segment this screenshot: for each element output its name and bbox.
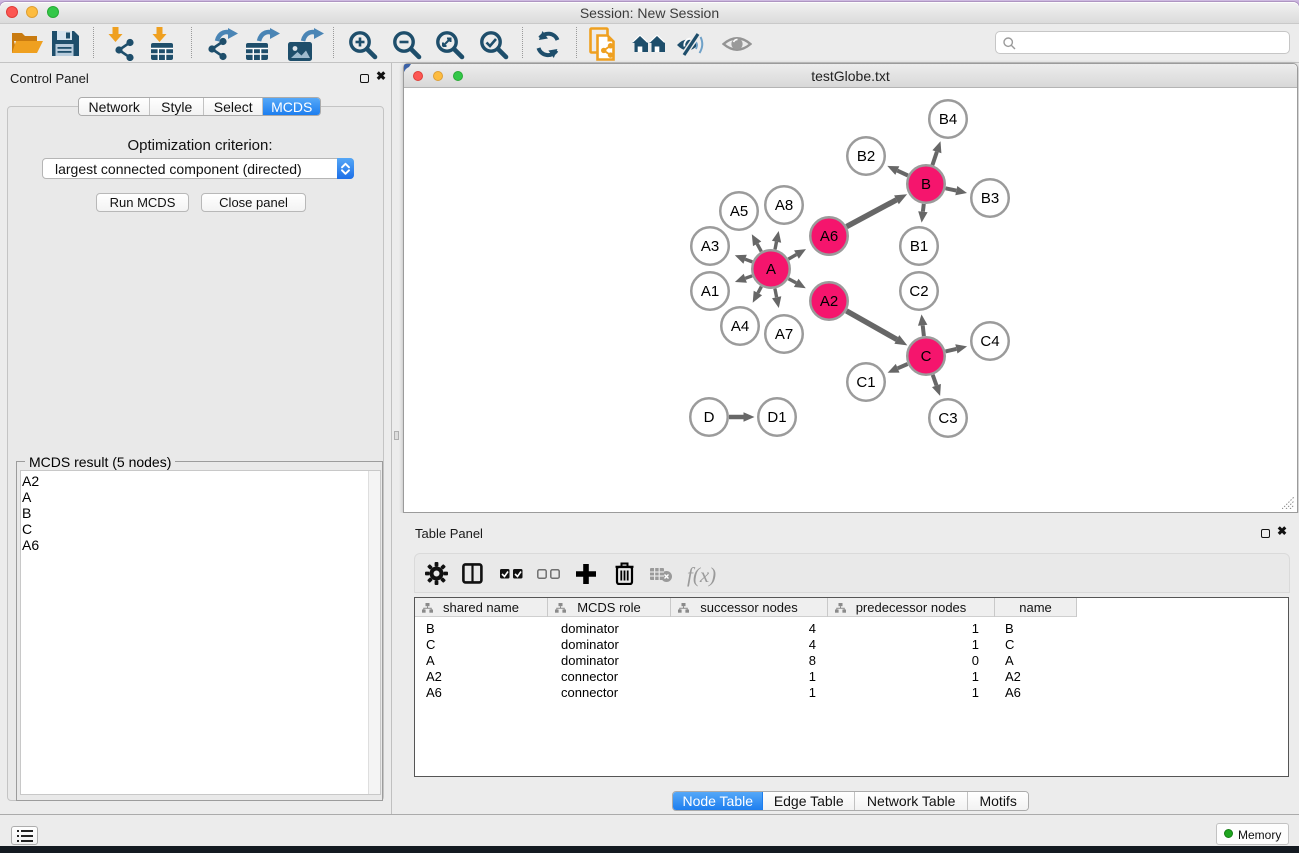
svg-text:B2: B2: [857, 148, 875, 165]
svg-text:B1: B1: [910, 238, 928, 255]
svg-text:B4: B4: [939, 111, 957, 128]
svg-text:A4: A4: [731, 318, 749, 335]
svg-text:A: A: [766, 261, 776, 278]
svg-text:C1: C1: [856, 374, 875, 391]
svg-text:C2: C2: [909, 283, 928, 300]
svg-text:B3: B3: [981, 190, 999, 207]
svg-text:A5: A5: [730, 203, 748, 220]
svg-text:B: B: [921, 176, 931, 193]
svg-text:D: D: [704, 409, 715, 426]
svg-text:C: C: [921, 348, 932, 365]
svg-text:A6: A6: [820, 228, 838, 245]
svg-text:A1: A1: [701, 283, 719, 300]
svg-text:A2: A2: [820, 293, 838, 310]
svg-text:A8: A8: [775, 197, 793, 214]
svg-text:A7: A7: [775, 326, 793, 343]
svg-text:A3: A3: [701, 238, 719, 255]
svg-text:C3: C3: [938, 410, 957, 427]
svg-text:C4: C4: [980, 333, 999, 350]
svg-text:D1: D1: [767, 409, 786, 426]
